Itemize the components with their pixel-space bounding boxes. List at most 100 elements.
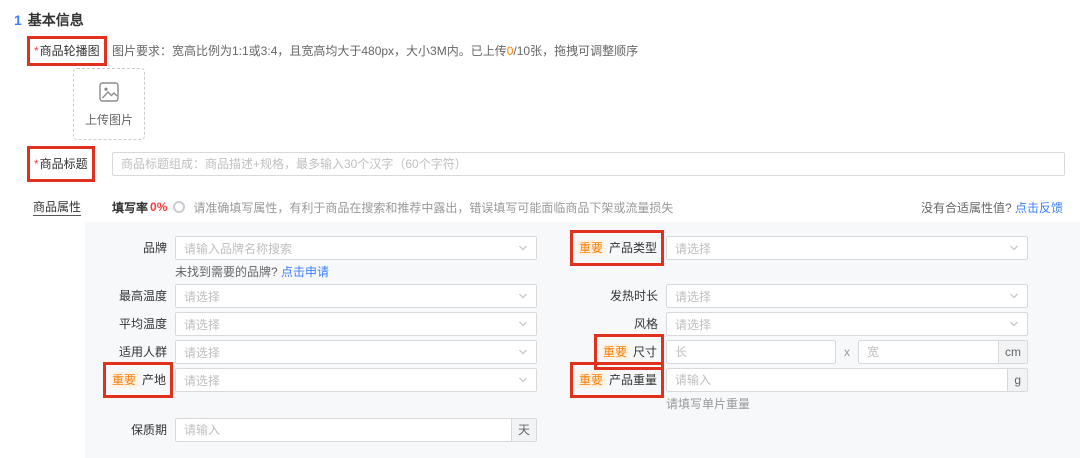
attr-row-4: 适用人群 请选择 重要尺寸 x cm bbox=[85, 334, 1080, 370]
upload-image-button[interactable]: 上传图片 bbox=[73, 68, 145, 140]
field-brand: 品牌 请输入品牌名称搜索 未找到需要的品牌? 点击申请 bbox=[85, 236, 537, 280]
brand-label-text: 品牌 bbox=[142, 241, 167, 255]
field-product-type: 重要 产品类型 请选择 bbox=[537, 230, 1028, 266]
brand-hint: 未找到需要的品牌? 点击申请 bbox=[175, 264, 537, 280]
image-requirements-suffix: /10张，拖拽可调整顺序 bbox=[513, 44, 639, 58]
brand-hint-text: 未找到需要的品牌? bbox=[175, 265, 278, 279]
fill-rate-value: 0% bbox=[150, 200, 168, 214]
image-requirements-prefix: 图片要求：宽高比例为1:1或3:4，且宽高均大于480px，大小3M内。已上传 bbox=[112, 44, 507, 58]
important-badge: 重要 bbox=[600, 344, 629, 360]
attributes-label: 商品属性 bbox=[33, 198, 112, 216]
brand-control: 请输入品牌名称搜索 未找到需要的品牌? 点击申请 bbox=[175, 236, 537, 280]
size-length-input[interactable] bbox=[666, 340, 836, 364]
section-title-text: 基本信息 bbox=[27, 12, 84, 28]
heating-duration-label: 发热时长 bbox=[537, 284, 658, 308]
field-style: 风格 请选择 bbox=[537, 312, 1028, 336]
important-badge: 重要 bbox=[109, 372, 138, 388]
weight-input-group: g bbox=[666, 368, 1028, 392]
origin-control: 请选择 bbox=[175, 368, 537, 392]
size-width-wrap: cm bbox=[858, 340, 1028, 364]
product-type-label-annotation: 重要 产品类型 bbox=[569, 230, 665, 266]
product-type-label-text: 产品类型 bbox=[608, 241, 657, 255]
fill-rate-label: 填写率 bbox=[112, 200, 149, 215]
product-title-label-annotation: *商品标题 bbox=[27, 146, 95, 182]
shelf-life-control: 天 bbox=[175, 418, 537, 442]
weight-input[interactable] bbox=[666, 368, 1009, 392]
important-badge: 重要 bbox=[576, 372, 605, 388]
attributes-panel: 品牌 请输入品牌名称搜索 未找到需要的品牌? 点击申请 重要产品类型 请选择 bbox=[85, 222, 1080, 458]
carousel-image-row: *商品轮播图 图片要求：宽高比例为1:1或3:4，且宽高均大于480px，大小3… bbox=[0, 36, 1080, 66]
product-type-placeholder: 请选择 bbox=[675, 241, 712, 256]
max-temperature-label: 最高温度 bbox=[85, 284, 167, 308]
heating-duration-select[interactable]: 请选择 bbox=[666, 284, 1028, 308]
product-title-label: *商品标题 bbox=[27, 146, 112, 182]
audience-select[interactable]: 请选择 bbox=[175, 340, 537, 364]
product-title-input[interactable] bbox=[112, 152, 1065, 176]
image-requirements-text: 图片要求：宽高比例为1:1或3:4，且宽高均大于480px，大小3M内。已上传0… bbox=[112, 42, 638, 60]
product-title-row: *商品标题 bbox=[0, 146, 1080, 182]
style-select[interactable]: 请选择 bbox=[666, 312, 1028, 336]
shelf-life-label: 保质期 bbox=[85, 418, 167, 442]
attr-row-6: 保质期 天 bbox=[85, 418, 1080, 442]
attributes-header-row: 商品属性 填写率 0% 请准确填写属性，有利于商品在搜索和推荐中露出，错误填写可… bbox=[0, 198, 1080, 216]
feedback-question: 没有合适属性值? bbox=[920, 200, 1012, 215]
audience-control: 请选择 bbox=[175, 340, 537, 364]
product-type-select[interactable]: 请选择 bbox=[666, 236, 1028, 260]
style-control: 请选择 bbox=[666, 312, 1028, 336]
chevron-down-icon bbox=[1009, 243, 1019, 253]
product-type-label: 重要 产品类型 bbox=[537, 230, 665, 266]
brand-select[interactable]: 请输入品牌名称搜索 bbox=[175, 236, 537, 260]
size-label-annotation: 重要 尺寸 bbox=[593, 334, 665, 370]
weight-control: g 请填写单片重量 bbox=[666, 368, 1028, 412]
chevron-down-icon bbox=[518, 347, 528, 357]
chevron-down-icon bbox=[518, 291, 528, 301]
origin-label-text: 产地 bbox=[141, 373, 166, 387]
size-width-input[interactable] bbox=[858, 340, 999, 364]
max-temperature-control: 请选择 bbox=[175, 284, 537, 308]
avg-temperature-label: 平均温度 bbox=[85, 312, 167, 336]
origin-label-annotation: 重要 产地 bbox=[102, 362, 174, 398]
brand-apply-link[interactable]: 点击申请 bbox=[281, 265, 329, 279]
size-unit: cm bbox=[999, 340, 1028, 364]
size-length-wrap bbox=[666, 340, 836, 364]
field-size: 重要尺寸 x cm bbox=[537, 334, 1028, 370]
field-heating-duration: 发热时长 请选择 bbox=[537, 284, 1028, 308]
audience-placeholder: 请选择 bbox=[184, 345, 221, 360]
fill-rate-tip: 请准确填写属性，有利于商品在搜索和推荐中露出，错误填写可能面临商品下架或流量损失 bbox=[193, 200, 674, 215]
avg-temperature-placeholder: 请选择 bbox=[184, 317, 221, 332]
attr-row-3: 平均温度 请选择 风格 请选择 bbox=[85, 312, 1080, 336]
avg-temperature-label-text: 平均温度 bbox=[118, 317, 167, 331]
attr-row-5: 重要产地 请选择 重要产品重量 g 请填写单片重量 bbox=[85, 362, 1080, 412]
origin-placeholder: 请选择 bbox=[184, 373, 221, 388]
heating-duration-label-text: 发热时长 bbox=[609, 289, 658, 303]
section-title-basic-info: 1 基本信息 bbox=[14, 10, 1080, 30]
weight-hint: 请填写单片重量 bbox=[666, 397, 751, 411]
carousel-label-annotation: *商品轮播图 bbox=[27, 36, 107, 66]
origin-select[interactable]: 请选择 bbox=[175, 368, 537, 392]
shelf-life-label-text: 保质期 bbox=[130, 423, 167, 437]
size-inputs-group: x cm bbox=[666, 340, 1028, 364]
section-number: 1 bbox=[14, 12, 22, 28]
origin-label: 重要 产地 bbox=[85, 362, 174, 398]
weight-label-annotation: 重要 产品重量 bbox=[569, 362, 665, 398]
feedback-link[interactable]: 点击反馈 bbox=[1015, 201, 1063, 215]
upload-row: 上传图片 bbox=[73, 68, 1080, 140]
size-control: x cm bbox=[666, 340, 1028, 364]
style-label: 风格 bbox=[537, 312, 658, 336]
size-label-text: 尺寸 bbox=[632, 345, 657, 359]
max-temperature-select[interactable]: 请选择 bbox=[175, 284, 537, 308]
field-shelf-life: 保质期 天 bbox=[85, 418, 537, 442]
size-label: 重要 尺寸 bbox=[537, 334, 665, 370]
avg-temperature-select[interactable]: 请选择 bbox=[175, 312, 537, 336]
product-type-control: 请选择 bbox=[666, 236, 1028, 260]
field-weight: 重要产品重量 g 请填写单片重量 bbox=[537, 362, 1028, 412]
heating-duration-placeholder: 请选择 bbox=[675, 289, 712, 304]
field-max-temperature: 最高温度 请选择 bbox=[85, 284, 537, 308]
shelf-life-input[interactable] bbox=[175, 418, 512, 442]
feedback-area: 没有合适属性值? 点击反馈 bbox=[921, 199, 1063, 216]
chevron-down-icon bbox=[1009, 319, 1019, 329]
required-mark: * bbox=[34, 44, 39, 58]
attributes-label-text: 商品属性 bbox=[33, 200, 82, 216]
weight-unit: g bbox=[1008, 368, 1028, 392]
max-temperature-label-text: 最高温度 bbox=[118, 289, 167, 303]
